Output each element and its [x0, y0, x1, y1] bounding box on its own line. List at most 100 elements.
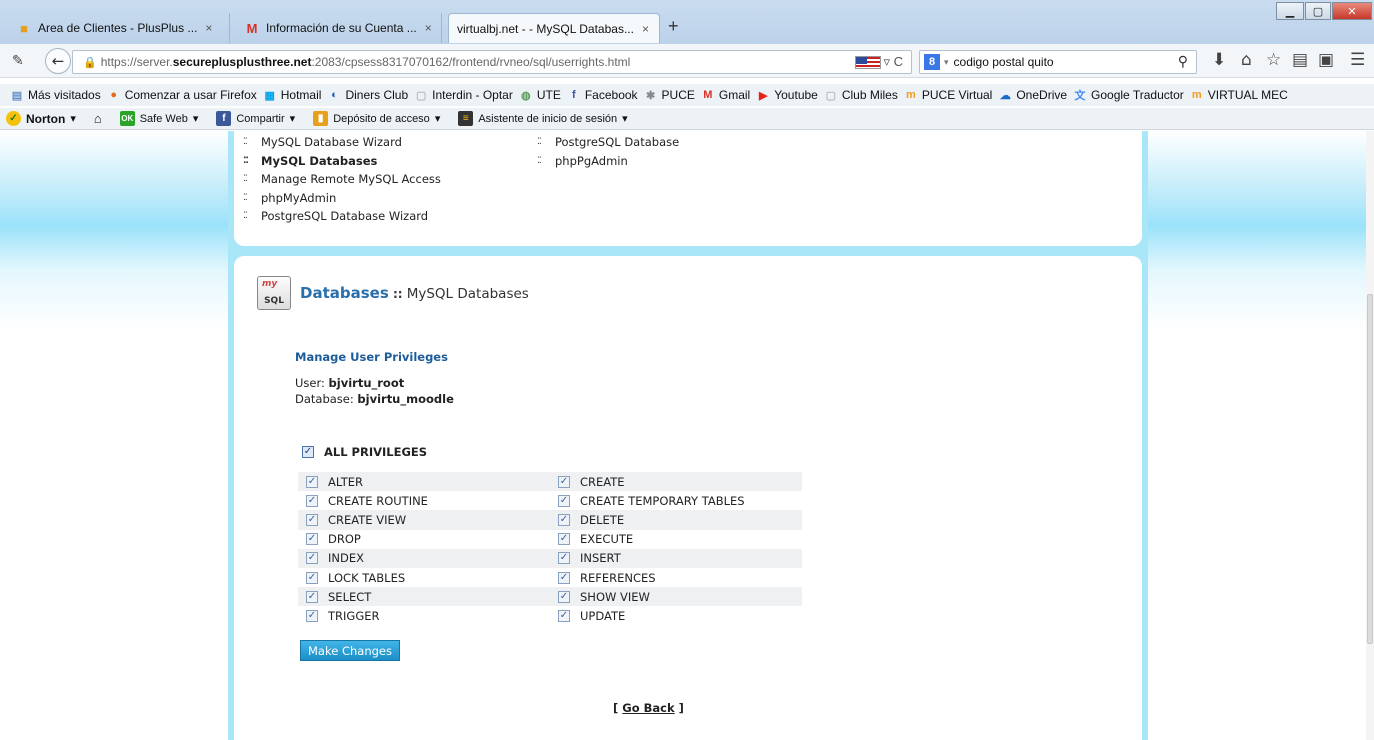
privilege-checkbox[interactable]: ✓ — [558, 513, 570, 526]
bookmark-item[interactable]: m PUCE Virtual — [904, 88, 992, 102]
bullet-icon: ⁚⁚ — [243, 137, 248, 148]
all-privileges-row: ✓ ALL PRIVILEGES — [302, 445, 427, 459]
all-privileges-checkbox[interactable]: ✓ — [302, 446, 314, 458]
bookmark-label: Más visitados — [28, 88, 101, 102]
privilege-item: ✓ ALTER — [298, 475, 550, 489]
globe-icon: ◍ — [521, 89, 531, 102]
login-assistant-button[interactable]: ≡ Asistente de inicio de sesión ▾ — [458, 111, 628, 126]
make-changes-button[interactable]: Make Changes — [300, 640, 400, 661]
privilege-label: CREATE ROUTINE — [328, 493, 428, 508]
bookmark-item[interactable]: m VIRTUAL MEC — [1190, 88, 1288, 102]
download-icon[interactable]: ⬇ — [1212, 50, 1226, 70]
privilege-checkbox[interactable]: ✓ — [306, 475, 318, 488]
tab-mysql-databases[interactable]: virtualbj.net - - MySQL Databas... × — [448, 13, 660, 43]
bookmark-label: Diners Club — [345, 88, 409, 102]
scrollbar-thumb[interactable] — [1367, 294, 1373, 644]
link-postgresql-wizard[interactable]: ⁚⁚ PostgreSQL Database Wizard — [243, 207, 441, 226]
user-info: User: bjvirtu_root — [295, 376, 404, 390]
bookmark-item[interactable]: ▢ Interdin - Optar — [414, 88, 513, 102]
home-icon[interactable]: ⌂ — [1241, 50, 1252, 70]
background-right — [1148, 131, 1366, 740]
back-button[interactable]: ← — [45, 48, 71, 74]
tab-area-clientes[interactable]: ■ Area de Clientes - PlusPlus ... × — [8, 13, 230, 43]
url-prefix: https://server. — [100, 55, 173, 69]
privilege-checkbox[interactable]: ✓ — [306, 571, 318, 584]
search-input[interactable]: codigo postal quito — [954, 55, 1054, 69]
go-back-link[interactable]: Go Back — [622, 701, 674, 715]
privilege-checkbox[interactable]: ✓ — [306, 533, 318, 546]
breadcrumb-databases[interactable]: Databases — [300, 284, 389, 302]
url-path: :2083/cpsess8317070162/frontend/rvneo/sq… — [311, 55, 631, 69]
privilege-row: ✓ DROP ✓ EXECUTE — [298, 530, 802, 549]
database-value: bjvirtu_moodle — [357, 392, 454, 406]
privilege-checkbox[interactable]: ✓ — [558, 590, 570, 603]
bullet-icon: ⁚⁚ — [537, 155, 542, 166]
privilege-checkbox[interactable]: ✓ — [558, 494, 570, 507]
gmail-icon: M — [246, 20, 258, 36]
norton-menu[interactable]: ✓ Norton ▾ — [6, 111, 76, 126]
privilege-row: ✓ CREATE ROUTINE ✓ CREATE TEMPORARY TABLES — [298, 491, 802, 510]
bookmark-item[interactable]: ● Comenzar a usar Firefox — [107, 88, 256, 102]
norton-toolbar: ✓ Norton ▾ ⌂ OK Safe Web ▾ f Compartir ▾… — [0, 108, 1374, 130]
close-icon[interactable]: × — [205, 21, 212, 35]
privilege-checkbox[interactable]: ✓ — [558, 533, 570, 546]
privilege-item: ✓ DELETE — [550, 513, 802, 527]
link-mysql-databases[interactable]: ⁚⁚ MySQL Databases — [243, 152, 441, 171]
link-phppgadmin[interactable]: ⁚⁚ phpPgAdmin — [537, 152, 679, 171]
search-bar[interactable]: 8 ▾ codigo postal quito ⚲ — [919, 50, 1197, 74]
link-mysql-database-wizard[interactable]: ⁚⁚ MySQL Database Wizard — [243, 133, 441, 152]
link-postgresql-database[interactable]: ⁚⁚ PostgreSQL Database — [537, 133, 679, 152]
bookmark-item[interactable]: f Facebook — [567, 88, 638, 102]
privilege-label: UPDATE — [580, 608, 626, 623]
lock-icon: 🔒 — [83, 56, 97, 69]
bookmark-item[interactable]: ▤ Más visitados — [10, 88, 101, 102]
window-close-button[interactable]: ✕ — [1332, 2, 1372, 20]
breadcrumb-current: MySQL Databases — [406, 286, 529, 302]
vault-label: Depósito de acceso — [333, 112, 430, 125]
bookmark-item[interactable]: M Gmail — [701, 88, 750, 102]
identity-icon[interactable]: ✎ — [12, 53, 24, 69]
privilege-checkbox[interactable]: ✓ — [558, 571, 570, 584]
safe-web-button[interactable]: OK Safe Web ▾ — [119, 111, 198, 126]
privilege-checkbox[interactable]: ✓ — [306, 494, 318, 507]
minimize-button[interactable]: ▁ — [1276, 2, 1304, 20]
addon-icon[interactable]: ▣ — [1318, 50, 1334, 70]
privilege-checkbox[interactable]: ✓ — [306, 590, 318, 603]
tab-title: virtualbj.net - - MySQL Databas... — [457, 21, 634, 36]
share-button[interactable]: f Compartir ▾ — [216, 111, 295, 126]
vault-button[interactable]: ▮ Depósito de acceso ▾ — [313, 111, 440, 126]
menu-icon[interactable]: ☰ — [1350, 50, 1365, 70]
bookmark-item[interactable]: ☁ OneDrive — [998, 88, 1067, 102]
new-tab-button[interactable]: + — [668, 16, 679, 37]
close-icon[interactable]: × — [642, 22, 649, 36]
bookmark-item[interactable]: ✱ PUCE — [644, 88, 695, 102]
bookmark-item[interactable]: 文 Google Traductor — [1073, 88, 1184, 102]
privilege-checkbox[interactable]: ✓ — [558, 552, 570, 565]
privilege-checkbox[interactable]: ✓ — [306, 609, 318, 622]
safe-web-label: Safe Web — [139, 112, 188, 125]
url-bar[interactable]: 🔒 https://server. secureplusplusthree.net… — [72, 50, 912, 74]
bookmark-item[interactable]: ▦ Hotmail — [263, 88, 322, 102]
privilege-checkbox[interactable]: ✓ — [306, 513, 318, 526]
privilege-checkbox[interactable]: ✓ — [306, 552, 318, 565]
bookmark-star-icon[interactable]: ☆ — [1266, 50, 1281, 70]
link-phpmyadmin[interactable]: ⁚⁚ phpMyAdmin — [243, 189, 441, 208]
bookmark-item[interactable]: ▢ Club Miles — [824, 88, 898, 102]
privilege-row: ✓ ALTER ✓ CREATE — [298, 472, 802, 492]
norton-home-button[interactable]: ⌂ — [94, 111, 102, 126]
bookmark-item[interactable]: ◐ Diners Club — [327, 88, 408, 102]
link-remote-mysql[interactable]: ⁚⁚ Manage Remote MySQL Access — [243, 170, 441, 189]
bookmark-item[interactable]: ◍ UTE — [519, 88, 561, 102]
privilege-checkbox[interactable]: ✓ — [558, 609, 570, 622]
link-label: Manage Remote MySQL Access — [261, 172, 441, 187]
maximize-button[interactable]: ▢ — [1305, 2, 1331, 20]
reload-icon[interactable]: ▿ C — [883, 54, 903, 70]
search-icon[interactable]: ⚲ — [1178, 53, 1188, 70]
bookmark-item[interactable]: ▶ Youtube — [756, 88, 818, 102]
windows-icon: ▦ — [264, 89, 275, 102]
close-icon[interactable]: × — [425, 21, 432, 35]
tab-informacion-cuenta[interactable]: M Información de su Cuenta ... × — [236, 13, 442, 43]
search-engine-icon[interactable]: 8 — [924, 54, 940, 70]
reading-list-icon[interactable]: ▤ — [1292, 50, 1308, 70]
privilege-checkbox[interactable]: ✓ — [558, 475, 570, 488]
